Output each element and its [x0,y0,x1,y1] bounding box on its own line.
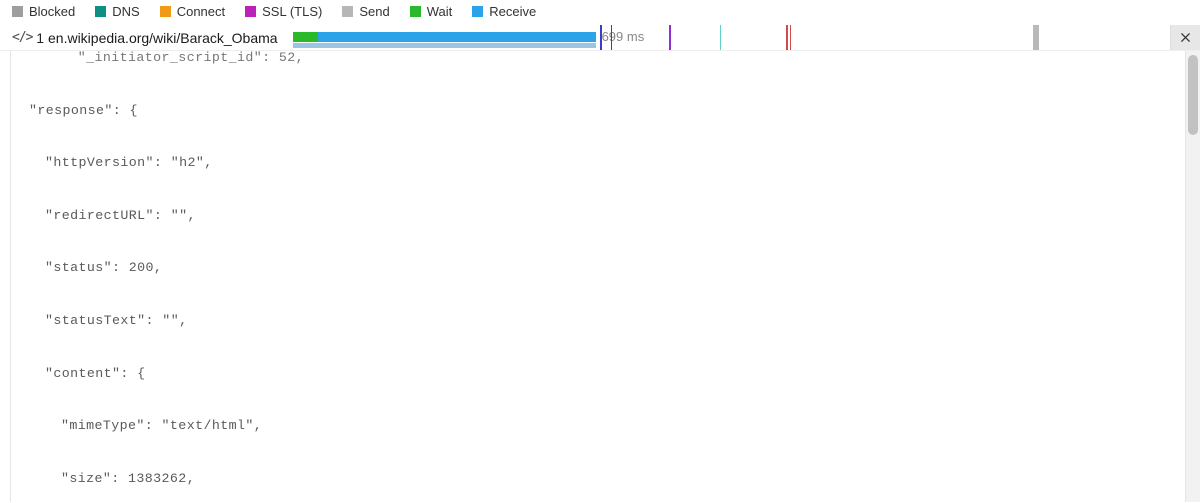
marker-blue-1 [600,25,602,50]
legend-wait-label: Wait [427,4,453,19]
code-line: "status": 200, [29,255,1200,281]
legend-connect: Connect [160,4,225,19]
timing-legend: Blocked DNS Connect SSL (TLS) Send Wait … [0,0,1200,25]
marker-purple [669,25,671,50]
wf-wait-segment [293,32,318,42]
marker-cyan [720,25,721,50]
wf-underbar [293,43,596,48]
code-line: "redirectURL": "", [29,203,1200,229]
code-icon: </> [12,30,34,45]
marker-red-2 [790,25,791,50]
vertical-scrollbar-thumb[interactable] [1188,55,1198,135]
request-url: en.wikipedia.org/wiki/Barack_Obama [48,30,288,46]
request-index: 1 [34,30,48,46]
swatch-blocked [12,6,23,17]
waterfall: 699 ms [288,25,1170,50]
legend-receive: Receive [472,4,536,19]
code-scroll[interactable]: "_initiator_script_id": 52, "response": … [11,51,1200,502]
swatch-receive [472,6,483,17]
swatch-ssl [245,6,256,17]
legend-blocked: Blocked [12,4,75,19]
legend-connect-label: Connect [177,4,225,19]
code-line: "response": { [29,98,1200,124]
legend-send-label: Send [359,4,389,19]
legend-blocked-label: Blocked [29,4,75,19]
marker-blue-2 [611,25,612,50]
swatch-wait [410,6,421,17]
marker-red-1 [786,25,788,50]
request-row[interactable]: </> 1 en.wikipedia.org/wiki/Barack_Obama… [0,25,1200,51]
legend-ssl-label: SSL (TLS) [262,4,322,19]
swatch-connect [160,6,171,17]
legend-send: Send [342,4,389,19]
vertical-scrollbar[interactable] [1185,51,1200,502]
code-line: "content": { [29,361,1200,387]
code-line: "mimeType": "text/html", [29,413,1200,439]
code-line: "httpVersion": "h2", [29,150,1200,176]
swatch-dns [95,6,106,17]
legend-wait: Wait [410,4,453,19]
code-line: "statusText": "", [29,308,1200,334]
swatch-send [342,6,353,17]
legend-receive-label: Receive [489,4,536,19]
marker-gray-end [1033,25,1039,50]
close-button[interactable] [1170,25,1200,50]
legend-ssl: SSL (TLS) [245,4,322,19]
code-line: "size": 1383262, [29,466,1200,492]
close-icon [1179,31,1192,44]
legend-dns: DNS [95,4,139,19]
response-json-pane: "_initiator_script_id": 52, "response": … [10,51,1200,502]
waterfall-time: 699 ms [602,29,645,44]
code-line: "_initiator_script_id": 52, [29,51,1200,71]
wf-receive-segment [318,32,596,42]
legend-dns-label: DNS [112,4,139,19]
